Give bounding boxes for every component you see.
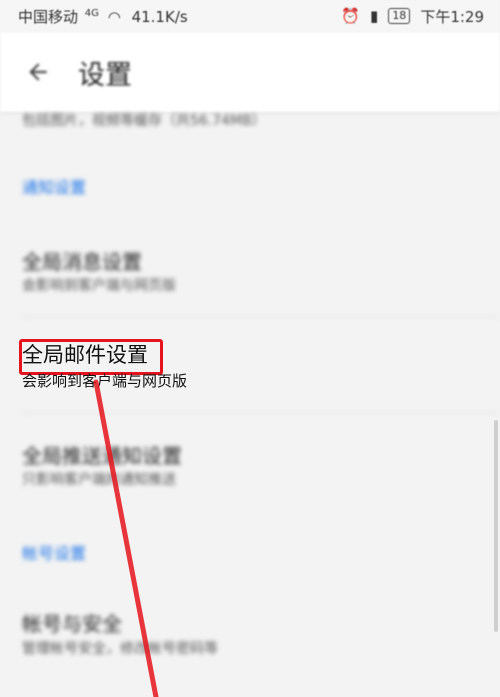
wifi-icon: ◠ <box>107 7 121 26</box>
push-settings-title[interactable]: 全局推送通知设置 <box>22 440 182 469</box>
status-right: ⏰ ▮ 18 下午1:29 <box>341 6 484 27</box>
signal-icon: ▮ <box>370 7 379 25</box>
settings-list: 包括图片，视频等缓存（共56.74MB） 通知设置 全局消息设置 会影响到客户端… <box>0 112 500 697</box>
page-title: 设置 <box>78 59 132 91</box>
section-header-account: 帐号设置 <box>22 544 87 563</box>
message-settings-subtitle: 会影响到客户端与网页版 <box>22 278 176 294</box>
arrow-left-icon[interactable] <box>22 56 54 88</box>
divider <box>22 412 500 413</box>
cache-description: 包括图片，视频等缓存（共56.74MB） <box>22 113 266 129</box>
clock: 下午1:29 <box>420 7 484 26</box>
alarm-icon: ⏰ <box>341 7 361 25</box>
mail-settings-subtitle: 会影响到客户端与网页版 <box>22 372 188 390</box>
network-speed: 41.1K/s <box>131 7 188 26</box>
network-type: 4G <box>84 7 99 19</box>
carrier-name: 中国移动 <box>18 7 79 26</box>
app-bar: 设置 <box>0 32 500 112</box>
carrier-label: 中国移动 4G ◠ 41.1K/s <box>18 6 188 27</box>
account-security-subtitle: 管理帐号安全，修改帐号密码等 <box>22 641 218 657</box>
status-bar: 中国移动 4G ◠ 41.1K/s ⏰ ▮ 18 下午1:29 <box>0 0 500 32</box>
account-security-title[interactable]: 帐号与安全 <box>22 608 122 637</box>
scrollbar[interactable] <box>494 420 498 632</box>
divider <box>22 316 500 317</box>
push-settings-subtitle: 只影响客户端的通知推送 <box>22 472 176 488</box>
message-settings-title[interactable]: 全局消息设置 <box>22 246 142 275</box>
battery-icon: 18 <box>388 8 411 24</box>
section-header-notifications: 通知设置 <box>22 178 87 197</box>
